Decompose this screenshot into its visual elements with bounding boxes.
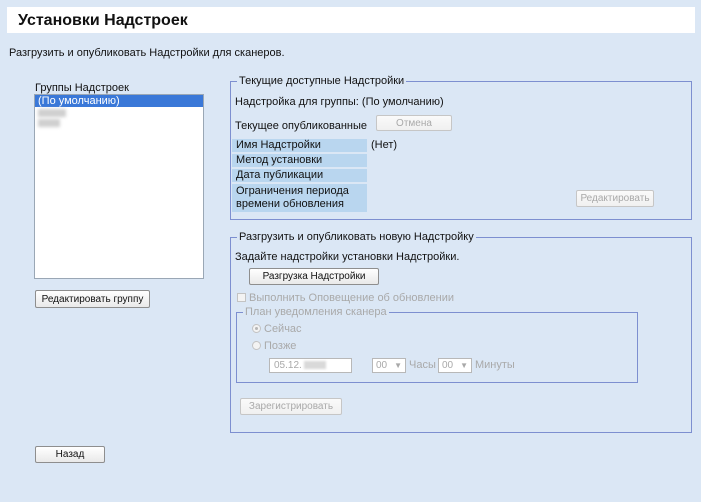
- group-addin-line: Надстройка для группы: (По умолчанию): [235, 96, 444, 108]
- group-list[interactable]: (По умолчанию): [34, 94, 204, 279]
- checkbox-icon[interactable]: [237, 293, 246, 302]
- date-input[interactable]: 05.12.: [269, 358, 352, 373]
- page-header: Установки Надстроек: [7, 7, 695, 33]
- minutes-value: 00: [442, 360, 454, 371]
- date-redacted: [303, 361, 326, 369]
- upload-addin-legend: Разгрузить и опубликовать новую Надстрой…: [239, 231, 474, 243]
- upload-addin-button[interactable]: Разгрузка Надстройки: [249, 268, 379, 285]
- hours-label: Часы: [409, 359, 436, 371]
- radio-later-label: Позже: [264, 340, 297, 352]
- page-subtitle: Разгрузить и опубликовать Надстройки для…: [9, 47, 285, 59]
- radio-now[interactable]: Сейчас: [252, 323, 302, 335]
- groups-label: Группы Надстроек: [35, 82, 129, 94]
- hours-select[interactable]: 00 ▼: [372, 358, 406, 373]
- addin-name-label: Имя Надстройки: [232, 139, 367, 152]
- notify-update-label: Выполнить Оповещение об обновлении: [249, 292, 455, 304]
- radio-icon[interactable]: [252, 341, 261, 350]
- upload-instruction: Задайте надстройки установки Надстройки.: [235, 251, 460, 263]
- cancel-button[interactable]: Отмена: [376, 115, 452, 131]
- radio-now-label: Сейчас: [264, 323, 302, 335]
- group-item-default[interactable]: (По умолчанию): [35, 95, 203, 107]
- current-addins-legend: Текущие доступные Надстройки: [239, 75, 405, 87]
- page-title: Установки Надстроек: [18, 12, 188, 29]
- update-period-label: Ограничения периода времени обновления: [232, 184, 367, 212]
- group-item-redacted[interactable]: [38, 109, 66, 117]
- edit-group-button[interactable]: Редактировать группу: [35, 290, 150, 308]
- published-label: Текущее опубликованные: [235, 120, 368, 132]
- radio-later[interactable]: Позже: [252, 340, 296, 352]
- minutes-label: Минуты: [475, 359, 515, 371]
- back-button[interactable]: Назад: [35, 446, 105, 463]
- date-value: 05.12.: [274, 360, 302, 371]
- notify-update-checkbox[interactable]: Выполнить Оповещение об обновлении: [237, 292, 454, 304]
- edit-addin-button[interactable]: Редактировать: [576, 190, 654, 207]
- minutes-select[interactable]: 00 ▼: [438, 358, 472, 373]
- group-item-redacted[interactable]: [38, 119, 60, 127]
- chevron-down-icon: ▼: [394, 361, 402, 370]
- publish-date-label: Дата публикации: [232, 169, 367, 182]
- chevron-down-icon: ▼: [460, 361, 468, 370]
- register-button[interactable]: Зарегистрировать: [240, 398, 342, 415]
- schedule-legend: План уведомления сканера: [245, 306, 387, 318]
- hours-value: 00: [376, 360, 388, 371]
- radio-selected-icon[interactable]: [252, 324, 261, 333]
- addin-name-value: (Нет): [371, 139, 398, 151]
- install-method-label: Метод установки: [232, 154, 367, 167]
